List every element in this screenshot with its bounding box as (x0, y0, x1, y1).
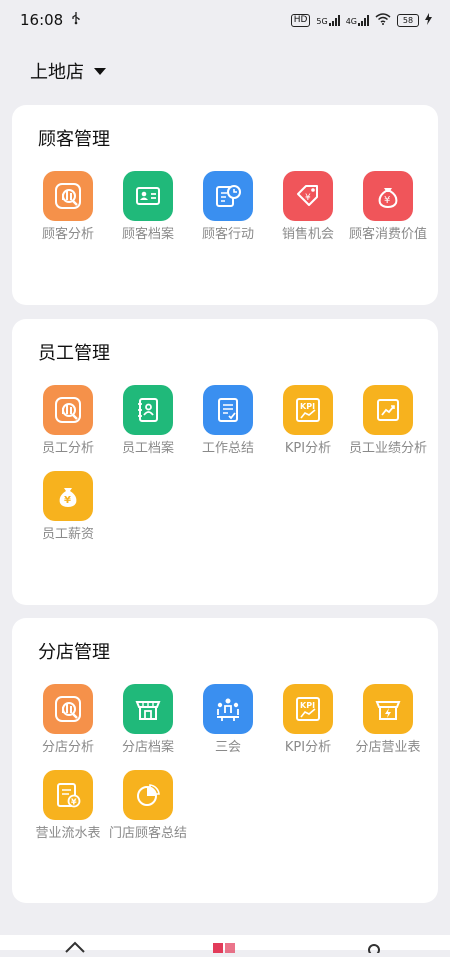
document-check-icon (203, 385, 253, 435)
tile-label: KPI分析 (284, 441, 332, 456)
store-selector[interactable]: 上地店 (30, 58, 106, 84)
store-name: 上地店 (30, 62, 84, 83)
tile-employee-salary[interactable]: ¥ 员工薪资 (28, 471, 108, 543)
money-bag-icon: ¥ (43, 471, 93, 521)
tile-employee-profile[interactable]: 员工档案 (108, 385, 188, 457)
section-title: 员工管理 (38, 343, 110, 364)
tile-label: 员工薪资 (41, 527, 94, 542)
meeting-icon (203, 684, 253, 734)
tile-employee-kpi-analysis[interactable]: KPI KPI分析 (268, 385, 348, 457)
section-title: 分店管理 (38, 642, 110, 663)
wifi-icon (375, 12, 391, 28)
tile-customer-profile[interactable]: 顾客档案 (108, 171, 188, 243)
tile-business-flow-report[interactable]: ¥ 营业流水表 (28, 770, 108, 842)
nav-profile[interactable] (366, 938, 382, 957)
tile-label: 分店营业表 (355, 740, 421, 755)
bottom-nav (0, 935, 450, 956)
branch-management-card: 分店管理 分店分析 分店档案 三会 KPI KPI分析 分店营业表 ¥ 营业流水… (12, 618, 438, 903)
tile-customer-consumption-value[interactable]: ¥ 顾客消费价值 (348, 171, 428, 243)
tile-branch-business-report[interactable]: 分店营业表 (348, 684, 428, 756)
hd-badge: HD (290, 13, 311, 27)
tile-three-meetings[interactable]: 三会 (188, 684, 268, 756)
tile-label: 顾客行动 (201, 227, 254, 242)
analysis-icon (43, 385, 93, 435)
tile-label: 营业流水表 (35, 826, 101, 841)
receipt-yen-icon: ¥ (43, 770, 93, 820)
tile-sales-opportunity[interactable]: ¥ 销售机会 (268, 171, 348, 243)
status-bar: 16:08 HD 5G 4G 58 (0, 0, 450, 40)
section-title: 顾客管理 (38, 129, 110, 150)
tile-label: 三会 (214, 740, 241, 755)
tile-store-customer-summary[interactable]: 门店顾客总结 (108, 770, 188, 842)
tile-label: 员工档案 (121, 441, 174, 456)
svg-text:¥: ¥ (384, 195, 390, 206)
tile-label: 门店顾客总结 (108, 826, 187, 841)
battery-icon: 58 (397, 13, 419, 27)
action-clock-icon (203, 171, 253, 221)
analysis-icon (43, 684, 93, 734)
profile-card-icon (123, 171, 173, 221)
svg-text:KPI: KPI (300, 701, 315, 710)
tile-employee-performance-analysis[interactable]: 员工业绩分析 (348, 385, 428, 457)
tile-employee-analysis[interactable]: 员工分析 (28, 385, 108, 457)
caret-down-icon (94, 67, 106, 75)
home-icon (65, 941, 85, 953)
profile-book-icon (123, 385, 173, 435)
tile-label: 分店档案 (121, 740, 174, 755)
tile-label: 工作总结 (201, 441, 254, 456)
tile-label: 顾客消费价值 (348, 227, 427, 242)
nav-workbench[interactable] (212, 938, 236, 957)
signal-4g-icon: 4G (345, 14, 369, 26)
network-4g-label: 4G (345, 16, 357, 26)
price-tag-icon: ¥ (283, 171, 333, 221)
tile-label: 顾客分析 (41, 227, 94, 242)
money-bag-icon: ¥ (363, 171, 413, 221)
tile-label: 员工分析 (41, 441, 94, 456)
tile-customer-analysis[interactable]: 顾客分析 (28, 171, 108, 243)
kpi-icon: KPI (283, 385, 333, 435)
kpi-icon: KPI (283, 684, 333, 734)
pie-chart-icon (123, 770, 173, 820)
status-time: 16:08 (20, 11, 64, 29)
tile-label: 顾客档案 (121, 227, 174, 242)
network-5g-label: 5G (316, 16, 328, 26)
employee-management-card: 员工管理 员工分析 员工档案 工作总结 KPI KPI分析 员工业绩分析 ¥ 员… (12, 319, 438, 605)
tile-work-summary[interactable]: 工作总结 (188, 385, 268, 457)
usb-icon (71, 11, 81, 29)
trend-chart-icon (363, 385, 413, 435)
person-icon (368, 944, 380, 956)
tile-label: 销售机会 (281, 227, 334, 242)
tile-customer-action[interactable]: 顾客行动 (188, 171, 268, 243)
tile-branch-kpi-analysis[interactable]: KPI KPI分析 (268, 684, 348, 756)
tile-label: 分店分析 (41, 740, 94, 755)
tile-branch-profile[interactable]: 分店档案 (108, 684, 188, 756)
signal-5g-icon: 5G (316, 14, 340, 26)
storefront-icon (123, 684, 173, 734)
customer-management-card: 顾客管理 顾客分析 顾客档案 顾客行动 ¥ 销售机会 ¥ 顾客消费价值 (12, 105, 438, 305)
battery-level: 58 (402, 15, 414, 25)
tile-branch-analysis[interactable]: 分店分析 (28, 684, 108, 756)
grid-icon (213, 943, 235, 953)
svg-text:¥: ¥ (305, 193, 311, 203)
analysis-icon (43, 171, 93, 221)
tile-label: KPI分析 (284, 740, 332, 755)
nav-home[interactable] (64, 938, 86, 957)
svg-text:¥: ¥ (64, 495, 71, 506)
shop-bolt-icon (363, 684, 413, 734)
svg-text:¥: ¥ (71, 798, 77, 807)
tile-label: 员工业绩分析 (348, 441, 427, 456)
svg-text:KPI: KPI (300, 402, 315, 411)
charging-icon (425, 12, 432, 28)
